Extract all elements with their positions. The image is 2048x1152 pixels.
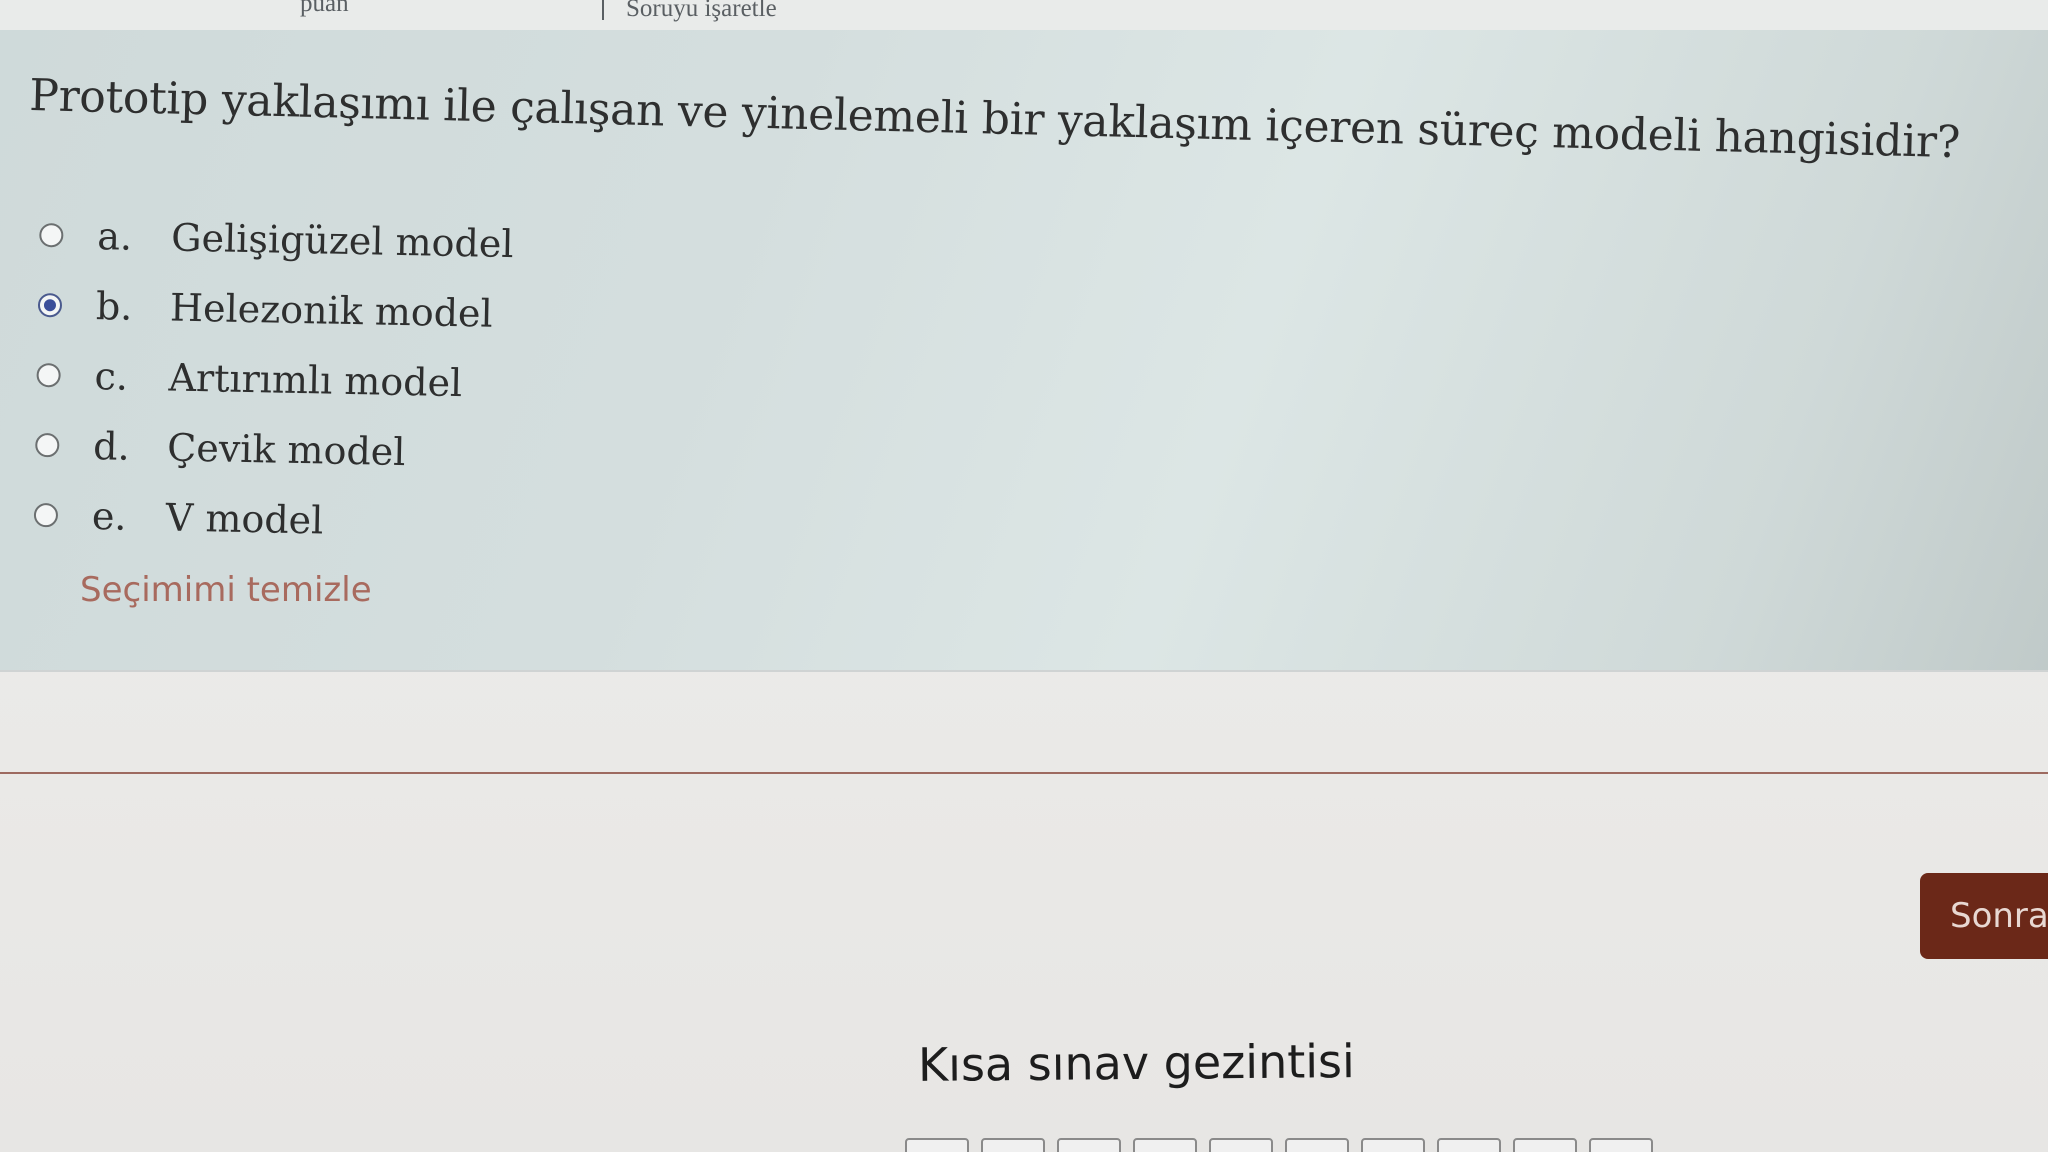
quiz-nav-button[interactable] xyxy=(1209,1138,1273,1152)
answer-option-d[interactable]: d. Çevik model xyxy=(35,410,510,489)
answer-option-b[interactable]: b. Helezonik model xyxy=(37,270,512,349)
question-text: Prototip yaklaşımı ile çalışan ve yinele… xyxy=(28,70,1961,169)
answer-letter: d. xyxy=(92,424,131,469)
answer-radio-a[interactable] xyxy=(39,222,64,248)
quiz-nav-button[interactable] xyxy=(905,1138,969,1152)
quiz-page: puan Soruyu işaretle Prototip yaklaşımı … xyxy=(0,0,2048,1152)
answer-radio-c[interactable] xyxy=(36,362,61,388)
clear-choice-link[interactable]: Seçimimi temizle xyxy=(80,570,372,610)
answer-radio-e[interactable] xyxy=(33,502,59,528)
quiz-nav-button[interactable] xyxy=(981,1138,1045,1152)
answer-option-c[interactable]: c. Artırımlı model xyxy=(36,340,511,419)
divider xyxy=(0,772,2048,774)
answer-list: a. Gelişigüzel model b. Helezonik model … xyxy=(33,200,514,559)
answer-label: Gelişigüzel model xyxy=(170,215,514,267)
quiz-nav-button[interactable] xyxy=(1057,1138,1121,1152)
quiz-navigation-title: Kısa sınav gezintisi xyxy=(917,1034,1356,1092)
answer-radio-d[interactable] xyxy=(35,432,60,458)
answer-label: Çevik model xyxy=(166,425,406,475)
answer-label: Artırımlı model xyxy=(168,355,463,406)
answer-letter: a. xyxy=(96,214,133,259)
quiz-navigation-buttons xyxy=(905,1138,1653,1152)
marks-text: puan xyxy=(300,0,349,17)
answer-letter: e. xyxy=(91,494,127,539)
quiz-nav-button[interactable] xyxy=(1285,1138,1349,1152)
flag-icon xyxy=(600,0,614,20)
answer-letter: c. xyxy=(94,354,129,399)
answer-radio-b[interactable] xyxy=(37,292,63,318)
next-page-button[interactable]: Sonrak xyxy=(1920,873,2048,959)
answer-label: Helezonik model xyxy=(169,285,494,336)
quiz-nav-button[interactable] xyxy=(1133,1138,1197,1152)
question-info-strip: puan Soruyu işaretle xyxy=(0,0,2048,30)
answer-option-e[interactable]: e. V model xyxy=(33,480,508,559)
question-panel: Prototip yaklaşımı ile çalışan ve yinele… xyxy=(0,30,2048,672)
quiz-nav-button[interactable] xyxy=(1513,1138,1577,1152)
quiz-nav-button[interactable] xyxy=(1589,1138,1653,1152)
flag-question-label: Soruyu işaretle xyxy=(626,0,777,22)
answer-letter: b. xyxy=(95,284,133,329)
quiz-nav-button[interactable] xyxy=(1437,1138,1501,1152)
answer-option-a[interactable]: a. Gelişigüzel model xyxy=(39,200,514,279)
quiz-nav-button[interactable] xyxy=(1361,1138,1425,1152)
flag-question-link[interactable]: Soruyu işaretle xyxy=(600,0,777,23)
answer-label: V model xyxy=(165,495,324,543)
